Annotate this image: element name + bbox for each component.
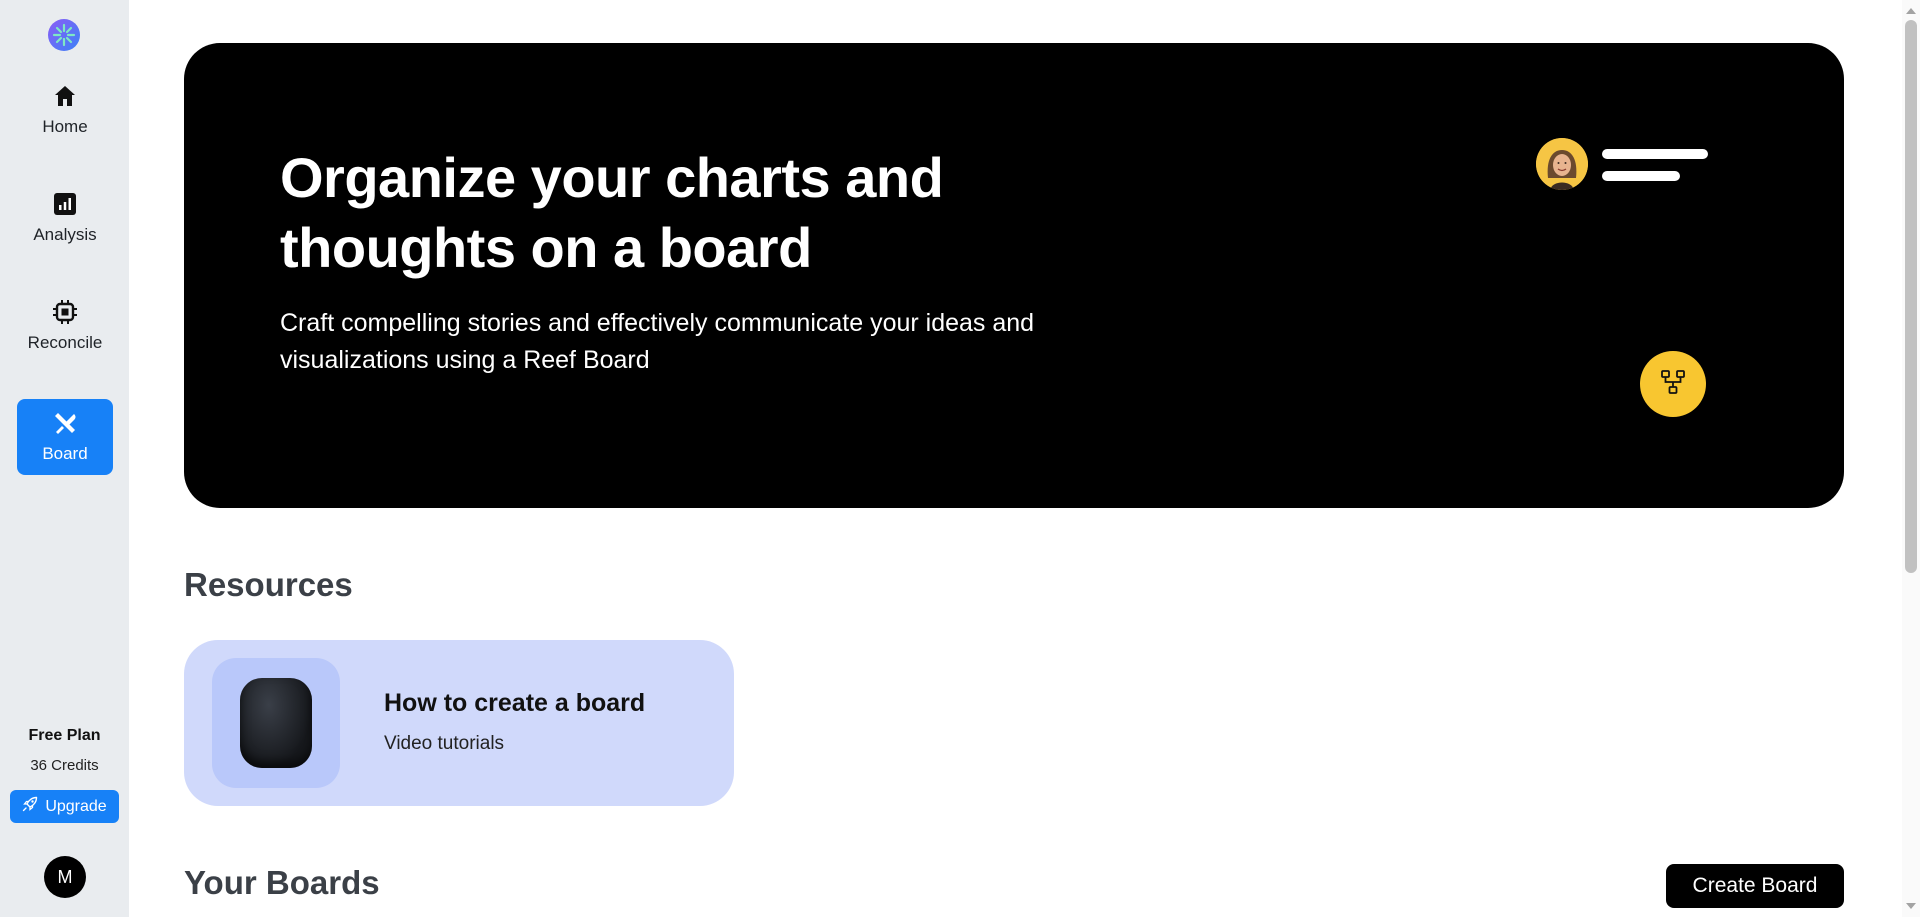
- sidebar-item-label: Reconcile: [27, 333, 103, 352]
- speaker-shape: [240, 678, 312, 768]
- upgrade-label: Upgrade: [45, 797, 107, 815]
- resources-heading: Resources: [184, 566, 353, 603]
- speaker-image: [212, 658, 340, 788]
- resource-card-how-to-create-board[interactable]: How to create a board Video tutorials: [184, 640, 734, 806]
- hero-banner: Organize your charts and thoughts on a b…: [184, 43, 1844, 508]
- sidebar-item-home[interactable]: Home: [17, 72, 113, 148]
- create-board-button[interactable]: Create Board: [1666, 864, 1844, 908]
- hero-title-line: thoughts on a board: [280, 216, 812, 279]
- hero-decor-line: [1602, 149, 1708, 159]
- hero-subtitle-line: Craft compelling stories and effectively…: [280, 309, 1035, 337]
- app-logo-icon[interactable]: [48, 19, 80, 51]
- sidebar-item-board[interactable]: Board: [17, 399, 113, 475]
- rocket-icon: [22, 796, 38, 817]
- user-avatar[interactable]: M: [44, 856, 86, 898]
- sidebar-item-analysis[interactable]: Analysis: [17, 180, 113, 256]
- sidebar-item-reconcile[interactable]: Reconcile: [17, 288, 113, 364]
- scroll-down-arrow-icon[interactable]: [1906, 903, 1916, 909]
- sidebar-item-label: Home: [42, 117, 88, 136]
- flowchart-icon: [1660, 369, 1686, 400]
- chip-icon: [52, 299, 78, 325]
- hero-title: Organize your charts and thoughts on a b…: [280, 143, 1040, 283]
- sidebar: Home Analysis Reconcile Board Free Plan …: [0, 0, 129, 917]
- upgrade-button[interactable]: Upgrade: [10, 790, 119, 823]
- sidebar-item-label: Analysis: [33, 225, 97, 244]
- plan-credits: 36 Credits: [30, 757, 99, 774]
- your-boards-heading: Your Boards: [184, 864, 380, 901]
- board-tools-icon: [52, 410, 78, 436]
- plan-title: Free Plan: [28, 727, 101, 744]
- bar-chart-icon: [52, 191, 78, 217]
- scrollbar-thumb[interactable]: [1905, 20, 1917, 573]
- resource-subtitle: Video tutorials: [384, 733, 505, 754]
- hero-title-line: Organize your charts and: [280, 146, 944, 209]
- hero-subtitle: Craft compelling stories and effectively…: [280, 305, 1160, 379]
- resource-title: How to create a board: [384, 689, 646, 717]
- flowchart-button[interactable]: [1640, 351, 1706, 417]
- page-scrollbar[interactable]: [1902, 0, 1920, 917]
- hero-subtitle-line: visualizations using a Reef Board: [280, 346, 650, 374]
- hero-decor-line: [1602, 171, 1680, 181]
- user-photo-icon: [1536, 138, 1588, 190]
- sidebar-item-label: Board: [42, 444, 88, 463]
- home-icon: [52, 83, 78, 109]
- scroll-up-arrow-icon[interactable]: [1906, 8, 1916, 14]
